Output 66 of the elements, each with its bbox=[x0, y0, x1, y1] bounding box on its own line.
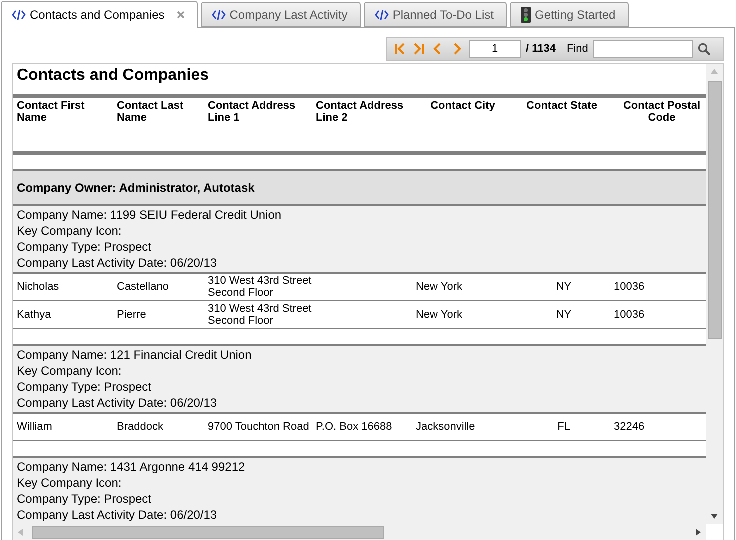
find-field[interactable] bbox=[593, 40, 694, 58]
company-detail: Company Last Activity Date: 06/20/13 bbox=[17, 507, 218, 523]
table-cell-text: 9700 Touchton Road bbox=[208, 421, 310, 433]
column-header: Contact Postal Code bbox=[622, 100, 702, 126]
tab[interactable]: Planned To-Do List bbox=[364, 2, 507, 27]
tab[interactable]: Company Last Activity bbox=[200, 2, 361, 27]
last-page-icon[interactable] bbox=[412, 42, 426, 56]
company-detail: Company Type: Prospect bbox=[17, 379, 153, 395]
column-header: Contact Address Line 2 bbox=[316, 100, 405, 126]
tab[interactable]: Getting Started bbox=[510, 2, 629, 27]
company-detail: Company Name: 121 Financial Credit Union bbox=[17, 347, 253, 363]
traffic-light-icon bbox=[521, 6, 531, 22]
scroll-down-icon[interactable] bbox=[711, 513, 718, 520]
column-header: Contact City bbox=[430, 100, 496, 114]
vertical-scrollbar[interactable] bbox=[706, 64, 723, 524]
table-cell-text: NY bbox=[555, 281, 573, 293]
company-detail: Company Last Activity Date: 06/20/13 bbox=[17, 255, 218, 271]
table-cell-text: Pierre bbox=[117, 308, 148, 320]
tab-label: Contacts and Companies bbox=[30, 8, 165, 22]
code-icon bbox=[374, 10, 389, 20]
column-header: Contact State bbox=[526, 100, 598, 114]
table-cell-text: Jacksonville bbox=[416, 421, 476, 433]
company-detail: Key Company Icon: bbox=[17, 363, 123, 379]
scroll-left-icon[interactable] bbox=[17, 529, 24, 536]
company-detail: Company Type: Prospect bbox=[17, 491, 153, 507]
table-cell-text: New York bbox=[416, 308, 464, 320]
table-cell-text: 310 West 43rd Street Second Floor bbox=[208, 275, 313, 299]
table-cell-text: 10036 bbox=[614, 281, 646, 293]
table-cell-text: 10036 bbox=[614, 308, 646, 320]
company-detail: Company Type: Prospect bbox=[17, 239, 153, 255]
code-icon bbox=[212, 10, 226, 20]
company-detail: Key Company Icon: bbox=[17, 475, 123, 491]
tab-label: Company Last Activity bbox=[230, 8, 348, 22]
column-header: Contact Last Name bbox=[117, 100, 185, 126]
first-page-icon[interactable] bbox=[393, 42, 407, 56]
column-header: Contact Address Line 1 bbox=[208, 100, 297, 126]
tab[interactable]: Contacts and Companies bbox=[1, 1, 198, 28]
close-icon[interactable] bbox=[176, 11, 185, 19]
scroll-up-icon[interactable] bbox=[711, 68, 718, 75]
table-cell-text: P.O. Box 16688 bbox=[316, 421, 394, 433]
report-title: Contacts and Companies bbox=[16, 66, 210, 86]
company-detail: Company Name: 1199 SEIU Federal Credit Union bbox=[17, 207, 283, 223]
table-cell-text: Castellano bbox=[117, 281, 170, 293]
horizontal-scrollbar[interactable] bbox=[13, 524, 706, 540]
page-number-field[interactable]: 1 bbox=[469, 40, 521, 58]
table-cell-text: William bbox=[17, 421, 54, 433]
column-header: Contact First Name bbox=[17, 100, 86, 126]
company-detail: Company Name: 1431 Argonne 414 99212 bbox=[17, 459, 246, 475]
table-cell-text: 32246 bbox=[614, 421, 646, 433]
scroll-right-icon[interactable] bbox=[695, 529, 702, 536]
group-header: Company Owner: Administrator, Autotask bbox=[13, 169, 706, 204]
table-cell-text: 310 West 43rd Street Second Floor bbox=[208, 302, 313, 326]
table-cell-text: FL bbox=[556, 421, 572, 433]
table-cell-text: Braddock bbox=[117, 421, 164, 433]
search-icon[interactable] bbox=[698, 42, 712, 56]
company-detail: Key Company Icon: bbox=[17, 223, 123, 239]
table-cell-text: New York bbox=[416, 281, 464, 293]
find-label: Find bbox=[566, 43, 588, 55]
page-total: / 1134 bbox=[526, 43, 556, 55]
table-cell-text: Nicholas bbox=[17, 281, 60, 293]
table-cell-text: Kathya bbox=[17, 308, 52, 320]
company-detail: Company Last Activity Date: 06/20/13 bbox=[17, 395, 218, 411]
table-cell-text: NY bbox=[555, 308, 573, 320]
tab-label: Planned To-Do List bbox=[392, 8, 494, 22]
code-icon bbox=[12, 10, 26, 20]
tab-label: Getting Started bbox=[535, 8, 616, 22]
